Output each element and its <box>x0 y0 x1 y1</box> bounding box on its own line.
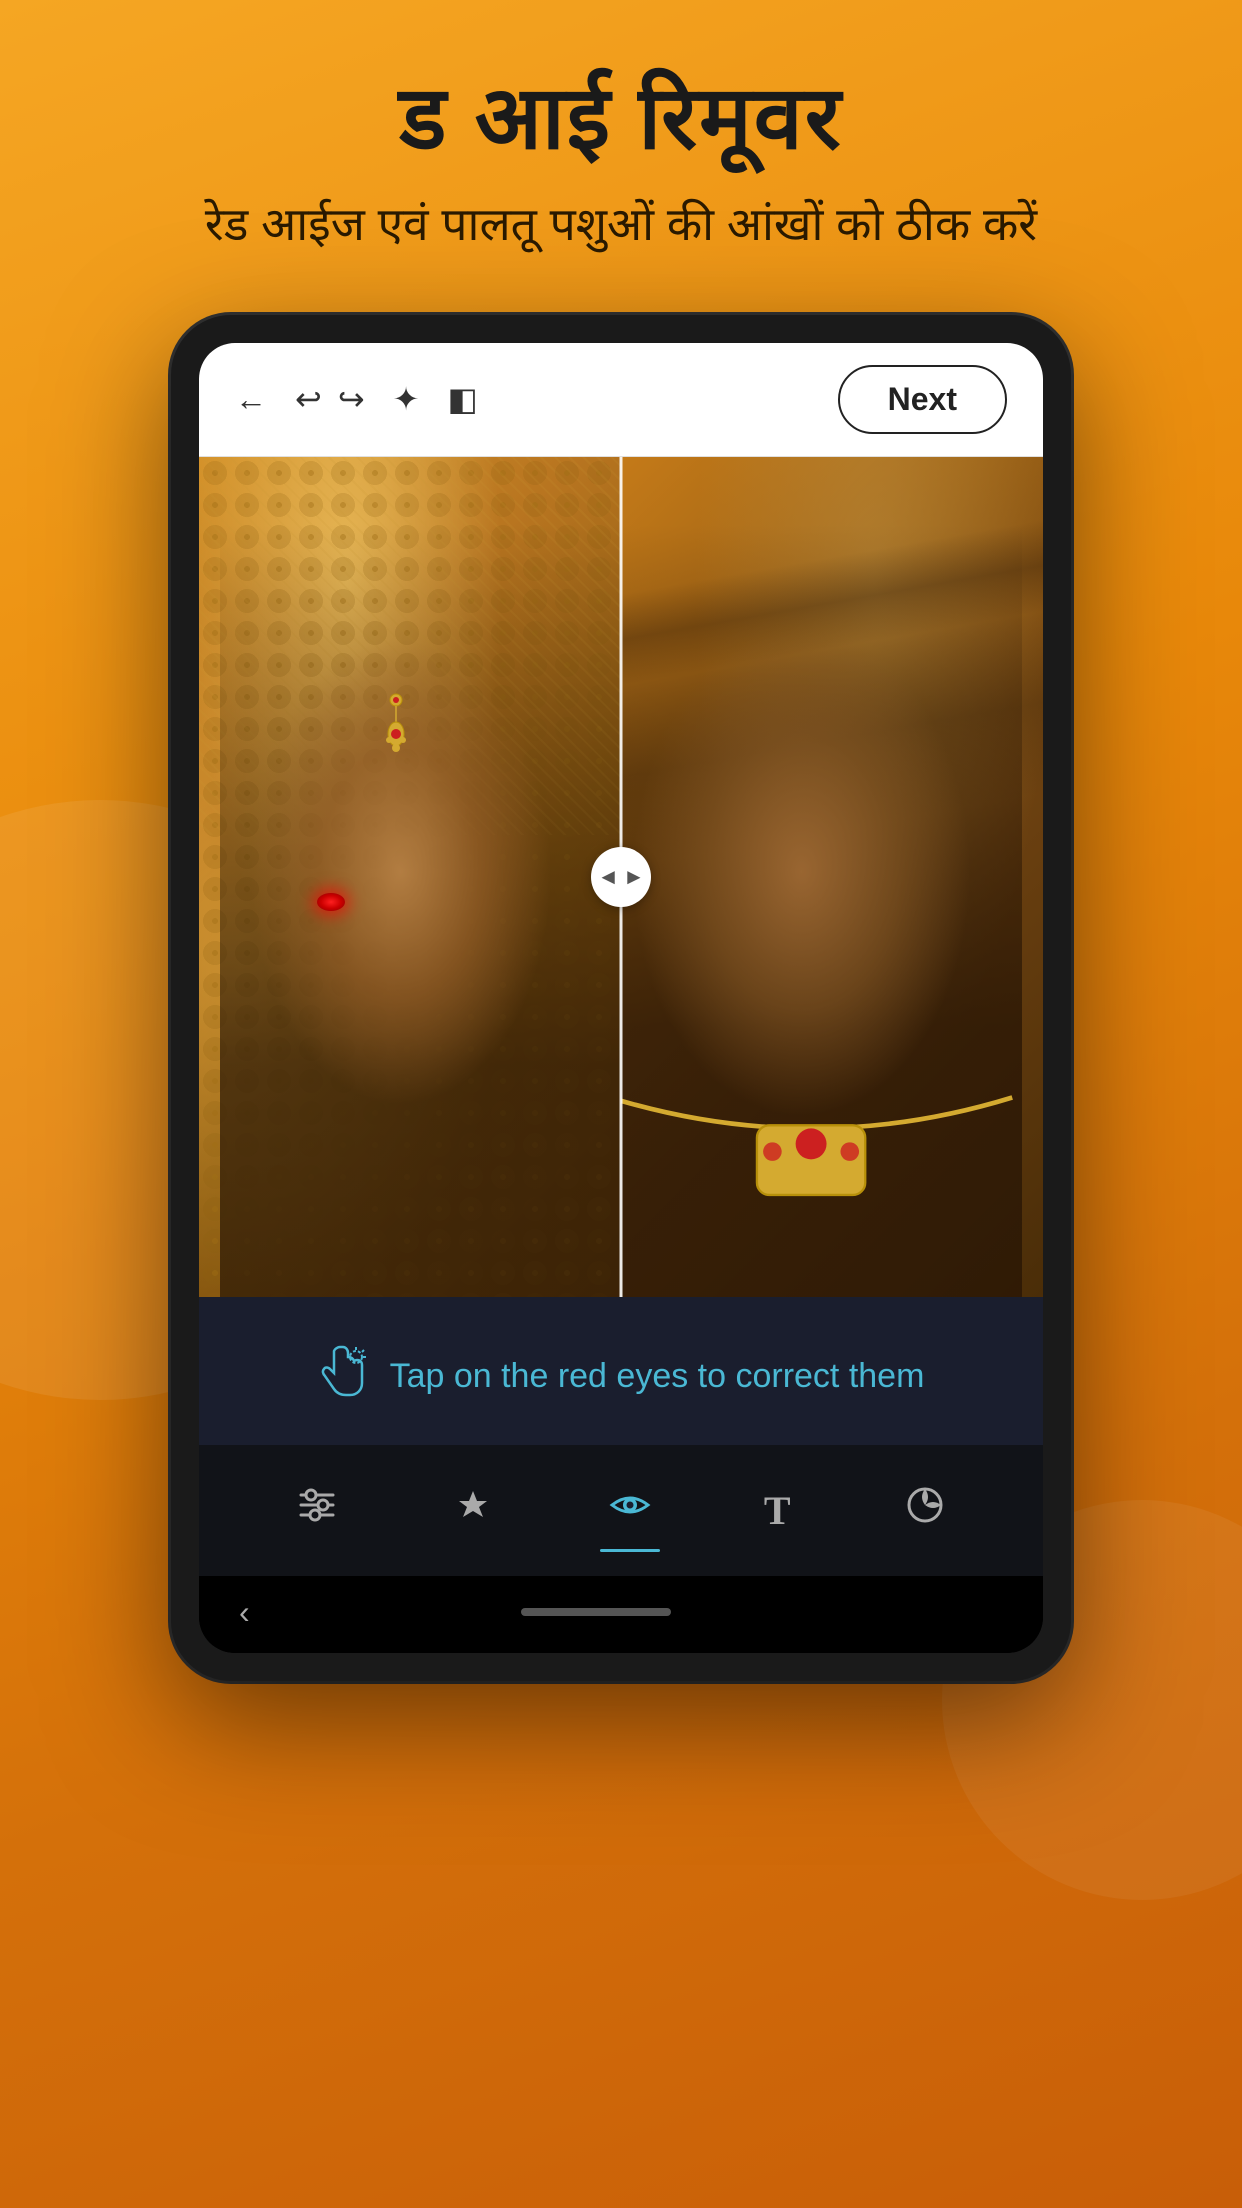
heal-icon <box>451 1483 495 1538</box>
instruction-text: Tap on the red eyes to correct them <box>390 1357 925 1396</box>
necklace-jewelry <box>621 1082 1043 1162</box>
toolbar: ← ↩ ↪ ✦ ◧ Next <box>199 343 1043 457</box>
photo-before <box>199 457 621 1297</box>
undo-icon[interactable]: ↩ <box>295 380 322 418</box>
magic-icon[interactable]: ✦ <box>393 380 420 418</box>
maang-tikka-jewelry <box>376 692 416 762</box>
face-area-left <box>220 524 621 1297</box>
compare-icon[interactable]: ◧ <box>447 380 477 418</box>
history-icons: ↩ ↪ <box>295 380 365 418</box>
instruction-content: Tap on the red eyes to correct them <box>318 1345 925 1409</box>
tool-retouch[interactable] <box>883 1473 967 1548</box>
back-icon[interactable]: ← <box>235 381 267 418</box>
photo-after <box>621 457 1043 1297</box>
nav-back-icon[interactable]: ‹ <box>239 1594 250 1631</box>
tool-text[interactable]: T <box>744 1477 811 1544</box>
page-container: ड आई रिमूवर रेड आईज एवं पालतू पशुओं की आ… <box>0 0 1242 2208</box>
phone-screen: ← ↩ ↪ ✦ ◧ Next <box>199 343 1043 1653</box>
tool-red-eye[interactable] <box>588 1473 672 1548</box>
text-icon: T <box>764 1487 791 1534</box>
arrow-left-icon: ◄ <box>597 864 619 890</box>
home-indicator[interactable] <box>521 1608 671 1616</box>
tool-heal[interactable] <box>431 1473 515 1548</box>
redo-icon[interactable]: ↪ <box>338 380 365 418</box>
retouch-icon <box>903 1483 947 1538</box>
nav-bar: ‹ <box>199 1576 1043 1653</box>
arrow-right-icon: ► <box>623 864 645 890</box>
bottom-toolbar: T <box>199 1445 1043 1576</box>
app-title: ड आई रिमूवर <box>399 70 842 167</box>
tap-gesture-icon <box>318 1345 366 1409</box>
app-subtitle: रेड आईज एवं पालतू पशुओं की आंखों को ठीक … <box>145 195 1097 255</box>
face-gradient-left <box>220 524 621 1297</box>
tool-adjust[interactable] <box>275 1473 359 1548</box>
adjust-icon <box>295 1483 339 1538</box>
eye-icon <box>608 1483 652 1538</box>
phone-mockup: ← ↩ ↪ ✦ ◧ Next <box>171 315 1071 1681</box>
toolbar-left: ← ↩ ↪ ✦ ◧ <box>235 380 478 418</box>
instruction-panel: Tap on the red eyes to correct them <box>199 1297 1043 1445</box>
divider-arrows: ◄ ► <box>597 864 645 890</box>
comparison-divider-handle[interactable]: ◄ ► <box>591 847 651 907</box>
photo-comparison-area[interactable]: ◄ ► <box>199 457 1043 1297</box>
next-button[interactable]: Next <box>838 365 1007 434</box>
